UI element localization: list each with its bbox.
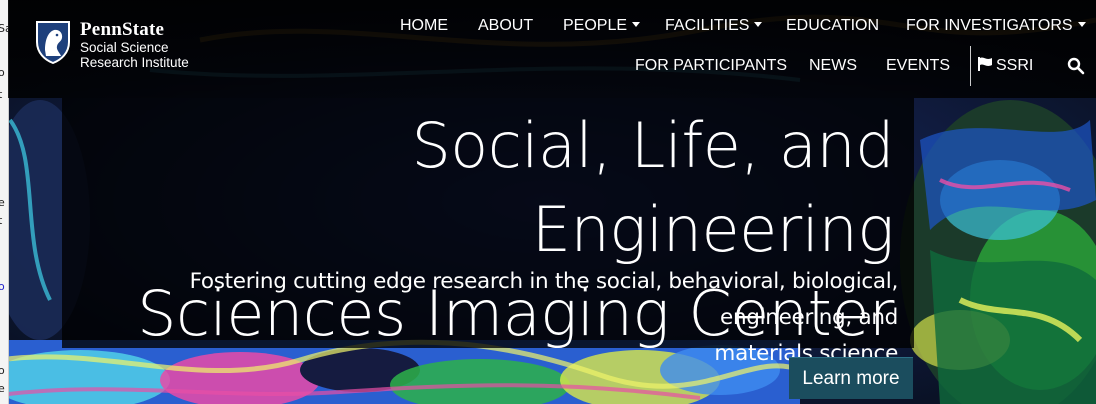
nav-home[interactable]: HOME <box>400 17 448 35</box>
nav-for-participants[interactable]: FOR PARTICIPANTS <box>635 57 787 75</box>
site-logo[interactable]: PennState Social Science Research Instit… <box>34 20 189 70</box>
caret-down-icon <box>754 22 763 28</box>
nav-for-investigators-label: FOR INVESTIGATORS <box>906 17 1073 34</box>
left-edge-text: o <box>0 66 5 79</box>
hero-caption-box: Social, Life, and Engineering Sciences I… <box>62 98 914 366</box>
left-edge-text: e <box>0 382 5 395</box>
nav-facilities[interactable]: FACILITIES <box>665 17 763 35</box>
nav-for-investigators[interactable]: FOR INVESTIGATORS <box>906 17 1086 35</box>
left-edge-text: o <box>0 364 5 377</box>
nav-ssri[interactable]: SSRI <box>978 57 1033 75</box>
penn-state-shield-icon <box>36 21 70 64</box>
nav-news[interactable]: NEWS <box>809 57 857 75</box>
nav-people-label: PEOPLE <box>563 17 628 34</box>
learn-more-button[interactable]: Learn more <box>789 357 913 399</box>
nav-people[interactable]: PEOPLE <box>563 17 641 35</box>
caret-down-icon <box>1077 22 1086 28</box>
search-icon[interactable] <box>1067 57 1085 75</box>
nav-about[interactable]: ABOUT <box>478 17 533 35</box>
site-header: PennState Social Science Research Instit… <box>8 0 1096 98</box>
hero-subtitle-line-1: Fostering cutting edge research in the s… <box>189 269 899 330</box>
caret-down-icon <box>632 22 641 28</box>
flag-icon <box>978 57 992 71</box>
left-edge-text: t <box>0 214 2 227</box>
nav-divider <box>970 46 971 86</box>
left-edge-link: o <box>0 280 5 293</box>
left-edge-text: e <box>0 196 5 209</box>
hero-subtitle-line-2: materials science <box>714 341 898 366</box>
hero-subtitle: Fostering cutting edge research in the s… <box>68 264 899 372</box>
hero-title-line-1: Social, Life, and Engineering <box>411 109 894 266</box>
brand-name: PennState <box>80 19 165 40</box>
institute-line-2: Research Institute <box>80 55 189 70</box>
institute-line-1: Social Science <box>80 40 169 55</box>
nav-events[interactable]: EVENTS <box>886 57 950 75</box>
nav-education[interactable]: EDUCATION <box>786 17 879 35</box>
nav-about-label: ABOUT <box>478 17 534 34</box>
left-edge-text: t <box>0 88 2 101</box>
nav-ssri-label: SSRI <box>996 57 1034 74</box>
nav-facilities-label: FACILITIES <box>665 17 750 34</box>
